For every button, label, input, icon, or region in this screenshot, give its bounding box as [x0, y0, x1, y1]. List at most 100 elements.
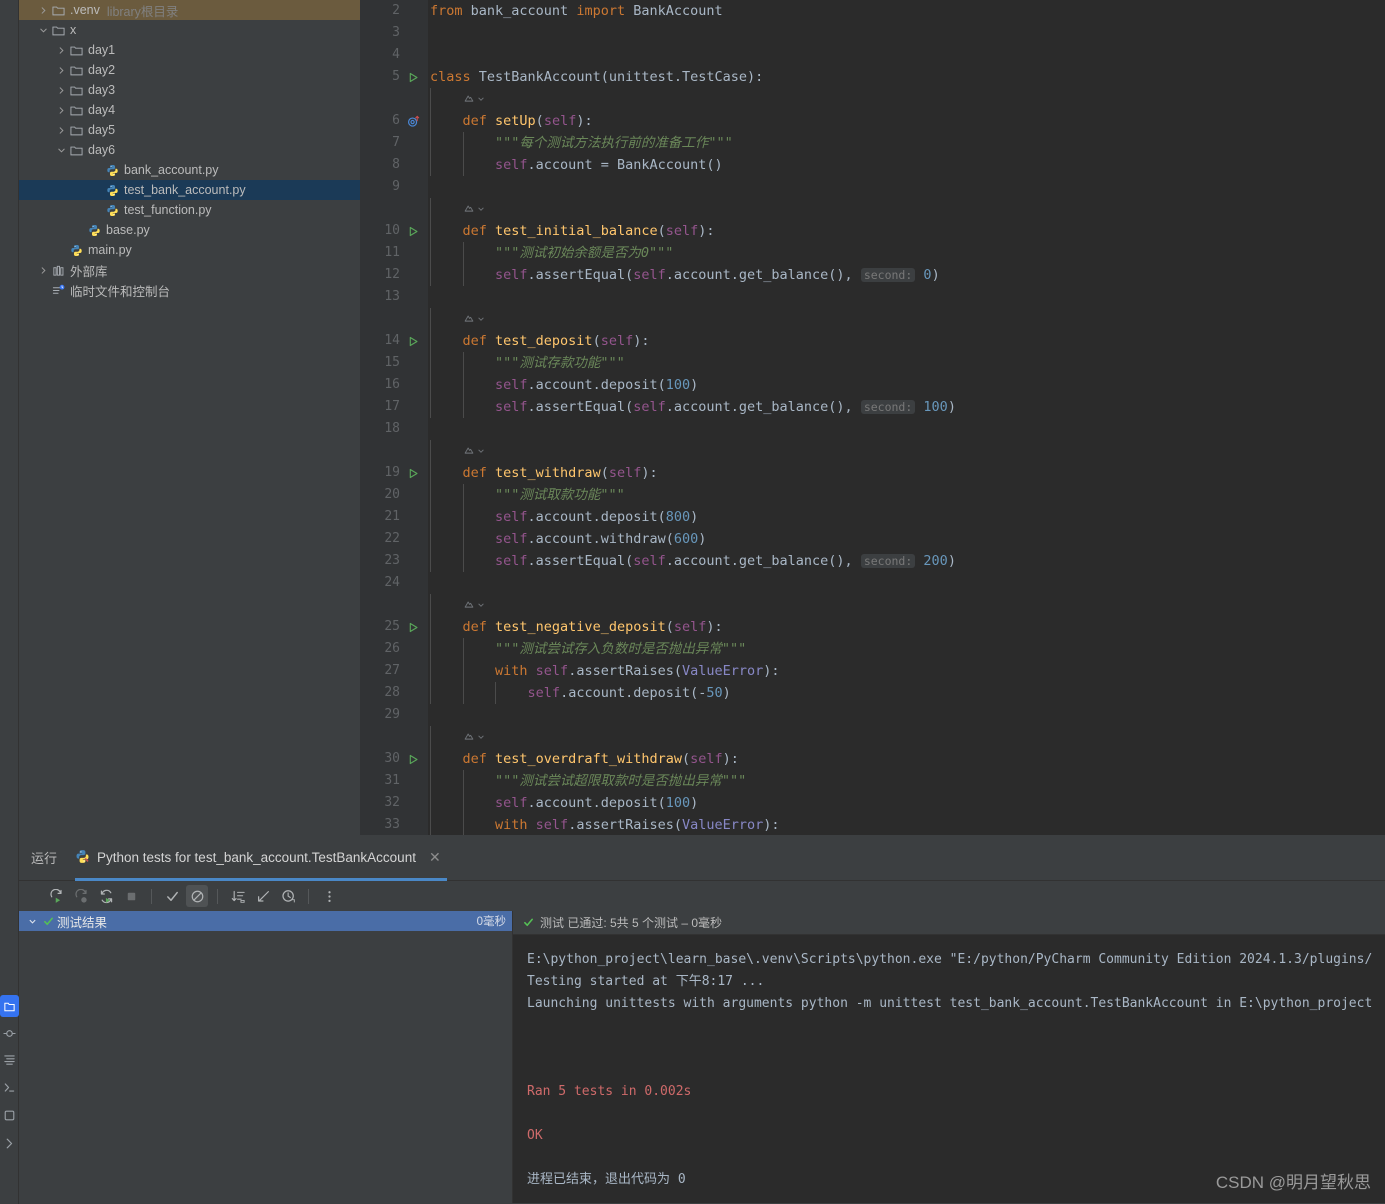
tree-item-day5[interactable]: day5 [19, 120, 360, 140]
code-line[interactable]: self.assertEqual(self.account.get_balanc… [428, 550, 1385, 572]
toolbar-separator [217, 888, 218, 904]
code-line[interactable]: def test_withdraw(self): [428, 462, 1385, 484]
code-line[interactable]: def test_overdraft_withdraw(self): [428, 748, 1385, 770]
chevron-down-icon[interactable] [55, 140, 68, 160]
test-fold-marker[interactable] [463, 198, 485, 220]
code-line[interactable]: class TestBankAccount(unittest.TestCase)… [428, 66, 1385, 88]
test-fold-marker[interactable] [463, 308, 485, 330]
notifications-icon[interactable] [0, 1104, 19, 1126]
tree-item-临时文件和控制台[interactable]: 临时文件和控制台 [19, 280, 360, 300]
show-ignored-button[interactable] [186, 885, 208, 907]
code-line[interactable] [428, 572, 1385, 594]
code-line[interactable]: self.account = BankAccount() [428, 154, 1385, 176]
code-fold-region[interactable] [428, 726, 1385, 748]
console-output[interactable]: E:\python_project\learn_base\.venv\Scrip… [513, 935, 1385, 1191]
tree-item-base.py[interactable]: base.py [19, 220, 360, 240]
run-configuration-tab[interactable]: Python tests for test_bank_account.TestB… [71, 835, 451, 881]
code-line[interactable]: """测试尝试存入负数时是否抛出异常""" [428, 638, 1385, 660]
test-fold-marker[interactable] [463, 88, 485, 110]
sort-by-duration-button[interactable] [227, 885, 249, 907]
tree-item-day6[interactable]: day6 [19, 140, 360, 160]
test-results-tree[interactable]: 测试结果 0毫秒 [19, 911, 513, 1203]
project-icon[interactable] [0, 995, 19, 1017]
run-test-icon[interactable] [402, 330, 424, 352]
code-fold-region[interactable] [428, 198, 1385, 220]
tree-item-main.py[interactable]: main.py [19, 240, 360, 260]
code-line[interactable]: """测试存款功能""" [428, 352, 1385, 374]
chevron-right-icon[interactable] [37, 260, 50, 280]
tree-item-test_function.py[interactable]: test_function.py [19, 200, 360, 220]
test-history-button[interactable] [277, 885, 299, 907]
tree-item-.venv[interactable]: .venv library根目录 [19, 0, 360, 20]
code-fold-region[interactable] [428, 440, 1385, 462]
code-line[interactable]: self.account.deposit(800) [428, 506, 1385, 528]
tree-item-day3[interactable]: day3 [19, 80, 360, 100]
tree-item-外部库[interactable]: 外部库 [19, 260, 360, 280]
code-line[interactable] [428, 418, 1385, 440]
tree-item-day4[interactable]: day4 [19, 100, 360, 120]
code-line[interactable]: def test_initial_balance(self): [428, 220, 1385, 242]
tree-item-x[interactable]: x [19, 20, 360, 40]
chevron-right-icon[interactable] [55, 40, 68, 60]
code-line[interactable]: def setUp(self): [428, 110, 1385, 132]
code-line[interactable]: self.assertEqual(self.account.get_balanc… [428, 264, 1385, 286]
code-line[interactable]: """测试尝试超限取款时是否抛出异常""" [428, 770, 1385, 792]
code-line[interactable]: with self.assertRaises(ValueError): [428, 814, 1385, 835]
python-file-icon [104, 164, 121, 177]
tree-item-bank_account.py[interactable]: bank_account.py [19, 160, 360, 180]
more-options-button[interactable] [318, 885, 340, 907]
code-line[interactable] [428, 704, 1385, 726]
more-tool-windows-icon[interactable] [0, 1132, 19, 1154]
show-passed-button[interactable] [161, 885, 183, 907]
run-test-icon[interactable] [402, 66, 424, 88]
code-line[interactable]: def test_negative_deposit(self): [428, 616, 1385, 638]
toggle-auto-test-button[interactable] [95, 885, 117, 907]
commit-icon[interactable] [0, 1022, 19, 1044]
run-test-icon[interactable] [402, 220, 424, 242]
editor-code-area[interactable]: from bank_account import BankAccount clas… [428, 0, 1385, 835]
tree-item-day1[interactable]: day1 [19, 40, 360, 60]
code-line[interactable] [428, 286, 1385, 308]
test-fold-marker[interactable] [463, 440, 485, 462]
code-line[interactable]: self.account.deposit(100) [428, 792, 1385, 814]
chevron-right-icon[interactable] [55, 80, 68, 100]
editor-gutter[interactable]: 2 3 4 5 6 7 8 9 10 11 12 13 14 15 16 17 18 19 20 21 22 23 24 25… [360, 0, 428, 835]
code-line[interactable]: from bank_account import BankAccount [428, 0, 1385, 22]
expand-collapse-button[interactable] [252, 885, 274, 907]
code-line[interactable]: def test_deposit(self): [428, 330, 1385, 352]
chevron-right-icon[interactable] [55, 120, 68, 140]
code-fold-region[interactable] [428, 88, 1385, 110]
structure-icon[interactable] [0, 1048, 19, 1070]
code-line[interactable]: """每个测试方法执行前的准备工作""" [428, 132, 1385, 154]
tree-item-test_bank_account.py[interactable]: test_bank_account.py [19, 180, 360, 200]
code-line[interactable]: self.assertEqual(self.account.get_balanc… [428, 396, 1385, 418]
code-line[interactable]: self.account.deposit(-50) [428, 682, 1385, 704]
test-tree-root-row[interactable]: 测试结果 0毫秒 [19, 911, 512, 931]
chevron-right-icon[interactable] [55, 60, 68, 80]
chevron-right-icon[interactable] [37, 0, 50, 20]
code-line[interactable]: with self.assertRaises(ValueError): [428, 660, 1385, 682]
test-fold-marker[interactable] [463, 594, 485, 616]
close-tab-icon[interactable]: ✕ [423, 849, 441, 866]
code-line[interactable]: self.account.withdraw(600) [428, 528, 1385, 550]
terminal-icon[interactable] [0, 1076, 19, 1098]
code-fold-region[interactable] [428, 594, 1385, 616]
chevron-down-icon[interactable] [37, 20, 50, 40]
code-line[interactable]: self.account.deposit(100) [428, 374, 1385, 396]
code-line[interactable]: """测试取款功能""" [428, 484, 1385, 506]
tree-item-day2[interactable]: day2 [19, 60, 360, 80]
chevron-right-icon[interactable] [55, 100, 68, 120]
code-line[interactable] [428, 176, 1385, 198]
rerun-button[interactable] [45, 885, 67, 907]
test-fold-marker[interactable] [463, 726, 485, 748]
chevron-down-icon[interactable] [25, 917, 39, 926]
run-test-icon[interactable] [402, 748, 424, 770]
override-method-icon[interactable] [402, 110, 424, 132]
code-line[interactable]: """测试初始余额是否为0""" [428, 242, 1385, 264]
code-line[interactable] [428, 44, 1385, 66]
run-test-icon[interactable] [402, 462, 424, 484]
run-test-icon[interactable] [402, 616, 424, 638]
code-fold-region[interactable] [428, 308, 1385, 330]
code-editor[interactable]: 2 3 4 5 6 7 8 9 10 11 12 13 14 15 16 17 18 19 20 21 22 23 24 25… [360, 0, 1385, 835]
code-line[interactable] [428, 22, 1385, 44]
